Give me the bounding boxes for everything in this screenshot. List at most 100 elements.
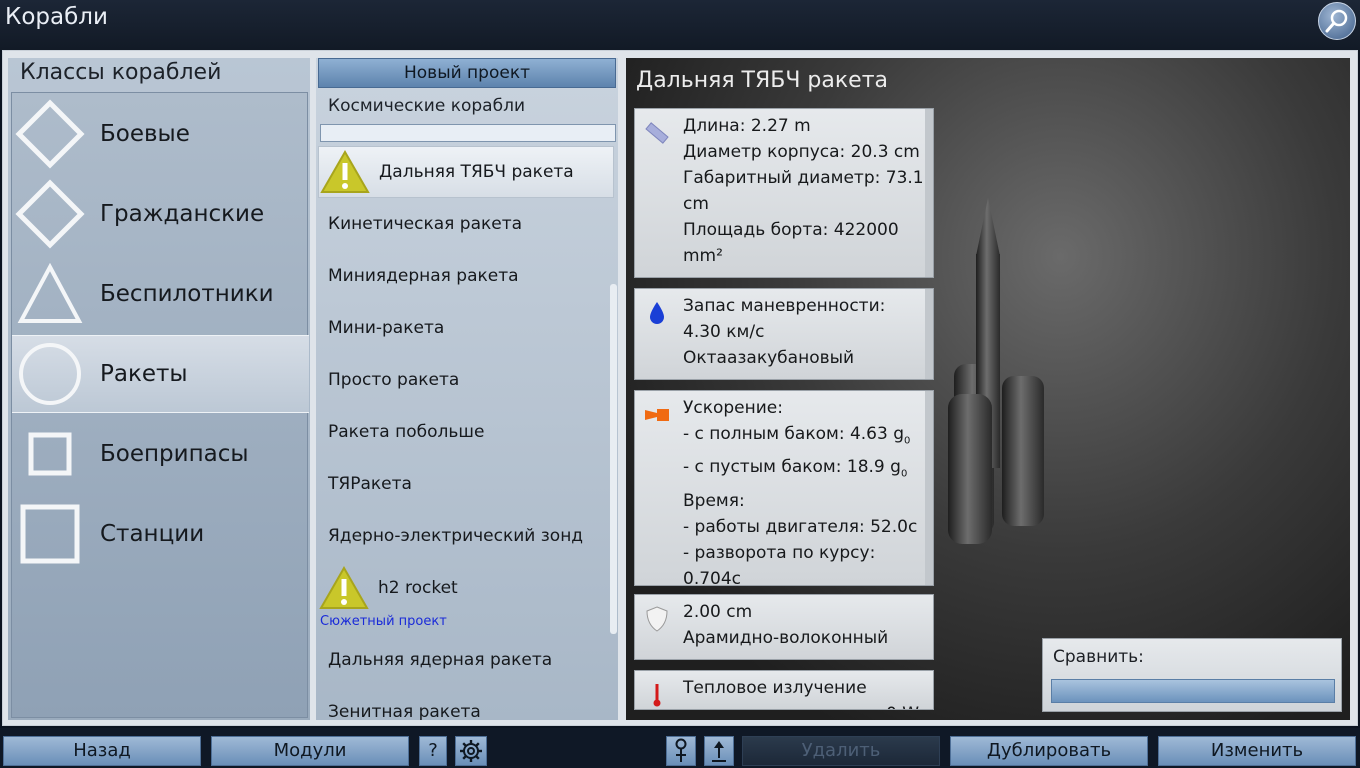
shield-icon (646, 606, 668, 632)
delta-v-value: 4.30 км/с (683, 322, 765, 342)
filter-input[interactable] (320, 124, 616, 142)
card-scrollbar (925, 391, 933, 585)
upload-button[interactable] (704, 736, 734, 766)
class-item-label: Станции (100, 521, 205, 547)
class-item-label: Гражданские (100, 201, 265, 227)
heat-value: 0 W (683, 701, 927, 709)
delete-button[interactable]: Удалить (742, 736, 940, 766)
list-scrollbar[interactable] (610, 284, 617, 634)
modules-button[interactable]: Модули (211, 736, 409, 766)
settings-button[interactable] (455, 736, 487, 766)
rocket-model (948, 198, 1044, 544)
class-item-label: Боевые (100, 121, 190, 147)
class-item-munitions[interactable]: Боеприпасы (12, 415, 309, 493)
upload-icon (712, 741, 726, 762)
fuel-drop-icon (650, 302, 664, 324)
card-scrollbar (925, 289, 933, 379)
new-design-button[interactable]: Новый проект (318, 58, 616, 88)
list-item[interactable]: Миниядерная ракета (318, 250, 614, 302)
pin-icon (675, 738, 687, 762)
bottom-toolbar: Назад Модули ? Удалить Дублировать Измен… (0, 728, 1360, 768)
burn-time: - работы двигателя: 52.0с (683, 516, 918, 537)
circle-icon (19, 343, 81, 405)
list-item[interactable]: Дальняя ядерная ракета (318, 634, 614, 686)
g0-subscript: 0 (904, 435, 911, 447)
armor-material: Арамидно-волоконный (683, 628, 889, 648)
thrust-card: Ускорение: - с полным баком: 4.63 g0 - с… (634, 390, 934, 589)
class-item-missiles[interactable]: Ракеты (12, 335, 309, 413)
class-item-label: Беспилотники (100, 281, 274, 307)
armor-thickness: 2.00 cm (683, 602, 753, 622)
card-scrollbar (925, 109, 933, 277)
class-item-drones[interactable]: Беспилотники (12, 255, 309, 333)
heat-label: Тепловое излучение (683, 678, 867, 698)
class-item-label: Боеприпасы (100, 441, 249, 467)
accel-empty: - с пустым баком: 18.9 g0 (683, 457, 908, 480)
class-item-combat[interactable]: Боевые (12, 95, 309, 173)
warning-icon (320, 150, 370, 193)
window-title: Корабли (5, 4, 108, 30)
triangle-icon (17, 263, 83, 323)
list-item[interactable]: Зенитная ракета (318, 686, 614, 720)
area-text: Площадь борта: 422000 (683, 220, 899, 240)
hull-diameter-text: Диаметр корпуса: 20.3 cm (683, 142, 920, 162)
class-item-stations[interactable]: Станции (12, 495, 309, 573)
compare-panel: Сравнить: (1042, 638, 1342, 712)
accel-full: - с полным баком: 4.63 g0 (683, 424, 911, 447)
list-item-label: ТЯРакета (328, 474, 412, 494)
back-button[interactable]: Назад (3, 736, 201, 766)
square-icon (20, 504, 80, 564)
list-item-label: Зенитная ракета (328, 702, 481, 720)
title-bar: Корабли (0, 0, 1360, 50)
area-unit: mm² (683, 246, 723, 266)
list-item[interactable]: Ракета побольше (318, 406, 614, 458)
list-item-label: Мини-ракета (328, 318, 445, 338)
list-item[interactable]: h2 rocket (318, 562, 614, 614)
list-item-label: Просто ракета (328, 370, 460, 390)
diamond-icon (15, 99, 85, 169)
time-label: Время: (683, 490, 745, 511)
list-item[interactable]: ТЯРакета (318, 458, 614, 510)
list-item[interactable]: Кинетическая ракета (318, 198, 614, 250)
delta-v-label: Запас маневренности: (683, 296, 886, 316)
help-button[interactable]: ? (419, 736, 447, 766)
turn-time-value: 0.704с (683, 568, 742, 589)
compare-label: Сравнить: (1053, 647, 1144, 667)
fuel-card: Запас маневренности: 4.30 км/с Октаазаку… (634, 288, 934, 380)
designs-panel: Новый проект Космические корабли Дальняя… (316, 58, 618, 720)
ship-preview: Дальняя ТЯБЧ ракета Длина: 2.27 m Диамет… (626, 58, 1350, 720)
list-item-label: Миниядерная ракета (328, 266, 519, 286)
thermometer-icon (653, 684, 661, 707)
g0-subscript: 0 (900, 468, 908, 480)
overall-diameter-text: Габаритный диаметр: 73.1 (683, 168, 924, 188)
warning-icon (319, 566, 369, 609)
class-item-civilian[interactable]: Гражданские (12, 175, 309, 253)
design-list: Дальняя ТЯБЧ ракета Кинетическая ракета … (318, 144, 618, 720)
length-text: Длина: 2.27 m (683, 116, 811, 136)
heat-card: Тепловое излучение 0 W (634, 670, 934, 710)
overall-diameter-unit: cm (683, 194, 709, 214)
gear-icon (460, 740, 482, 762)
story-design-tag: Сюжетный проект (320, 614, 447, 629)
ship-classes-title: Классы кораблей (20, 60, 222, 85)
pin-button[interactable] (666, 736, 696, 766)
list-item-label: Ядерно-электрический зонд (328, 526, 584, 546)
turn-time-label: - разворота по курсу: (683, 542, 876, 563)
list-item-label: h2 rocket (378, 578, 458, 598)
propellant-text: Октаазакубановый (683, 348, 855, 368)
ruler-icon (645, 122, 669, 144)
list-item[interactable]: Дальняя ТЯБЧ ракета (318, 146, 614, 198)
search-button[interactable] (1318, 2, 1356, 40)
category-title: Космические корабли (328, 96, 525, 116)
ship-class-list: Боевые Гражданские Беспилотники Ракеты Б… (11, 92, 309, 718)
list-item[interactable]: Просто ракета (318, 354, 614, 406)
small-square-icon (28, 432, 72, 476)
compare-dropdown[interactable] (1051, 679, 1335, 703)
duplicate-button[interactable]: Дублировать (950, 736, 1148, 766)
list-item[interactable]: Мини-ракета (318, 302, 614, 354)
edit-button[interactable]: Изменить (1158, 736, 1356, 766)
ship-classes-panel: Классы кораблей Боевые Гражданские Беспи… (8, 58, 310, 720)
accel-label: Ускорение: (683, 398, 783, 418)
search-icon (1325, 9, 1348, 33)
list-item[interactable]: Ядерно-электрический зонд (318, 510, 614, 562)
